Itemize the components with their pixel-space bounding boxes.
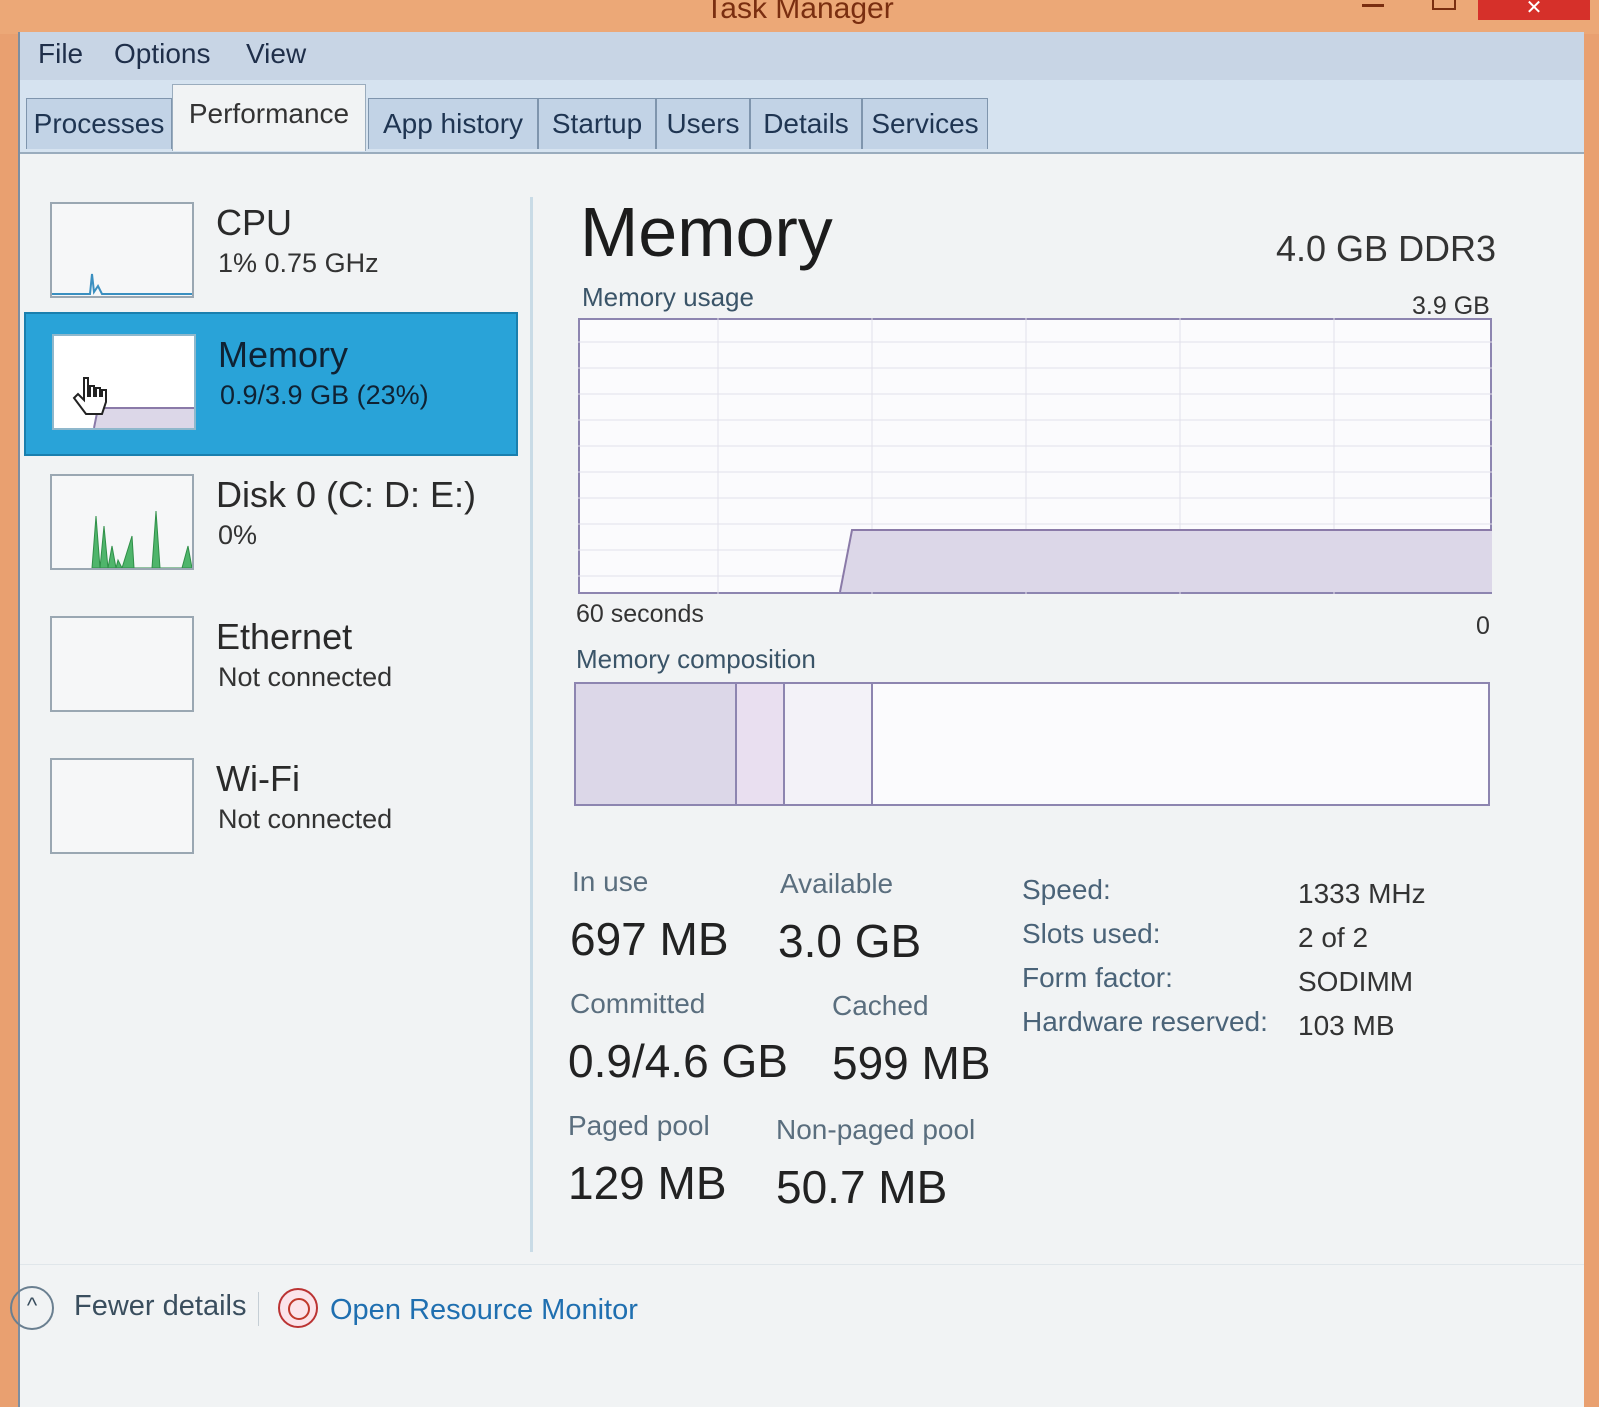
nonpaged-pool-label: Non-paged pool bbox=[776, 1114, 976, 1145]
sidebar-item-disk[interactable]: Disk 0 (C: D: E:) 0% bbox=[24, 454, 514, 594]
footer-divider bbox=[258, 1292, 259, 1326]
tab-app-history[interactable]: App history bbox=[368, 98, 538, 149]
sidebar-item-label: Memory bbox=[218, 334, 349, 375]
paged-pool-value: 129 MB bbox=[568, 1157, 727, 1209]
in-use-label: In use bbox=[572, 866, 649, 897]
memory-composition-bar bbox=[574, 682, 1490, 806]
memory-spec: 4.0 GB DDR3 bbox=[1276, 228, 1497, 269]
maximize-button[interactable] bbox=[1432, 0, 1456, 10]
fewer-details-button[interactable]: Fewer details bbox=[74, 1290, 246, 1323]
spec-label-hardware-reserved: Hardware reserved: bbox=[1022, 1006, 1268, 1037]
paged-pool-label: Paged pool bbox=[568, 1110, 710, 1141]
resource-monitor-icon[interactable] bbox=[278, 1288, 318, 1328]
committed-value: 0.9/4.6 GB bbox=[568, 1035, 788, 1087]
chevron-up-icon[interactable]: ^ bbox=[10, 1286, 54, 1330]
resource-sidebar: CPU 1% 0.75 GHz Memory 0.9/3.9 GB (23%) bbox=[20, 154, 532, 1254]
composition-standby bbox=[784, 684, 872, 804]
sidebar-item-label: Wi-Fi bbox=[216, 758, 300, 799]
spec-label-speed: Speed: bbox=[1022, 874, 1111, 905]
cpu-sparkline bbox=[52, 273, 192, 295]
memory-sparkline bbox=[72, 377, 194, 429]
sidebar-item-label: Ethernet bbox=[216, 616, 353, 657]
sidebar-item-label: Disk 0 (C: D: E:) bbox=[216, 474, 477, 515]
page-title: Memory bbox=[580, 193, 833, 271]
sidebar-item-label: CPU bbox=[216, 202, 293, 243]
nonpaged-pool-value: 50.7 MB bbox=[776, 1161, 948, 1213]
sidebar-item-cpu[interactable]: CPU 1% 0.75 GHz bbox=[24, 182, 514, 322]
graph-time-right: 0 bbox=[1476, 612, 1490, 640]
tab-strip: Processes Performance App history Startu… bbox=[20, 80, 1584, 154]
title-bar: Task Manager ✕ bbox=[0, 0, 1599, 34]
composition-label: Memory composition bbox=[576, 644, 816, 674]
tab-processes[interactable]: Processes bbox=[26, 98, 172, 149]
tab-performance[interactable]: Performance bbox=[172, 84, 366, 151]
sidebar-item-value: 1% 0.75 GHz bbox=[218, 248, 379, 278]
sidebar-item-value: Not connected bbox=[218, 662, 393, 692]
sidebar-item-wifi[interactable]: Wi-Fi Not connected bbox=[24, 738, 514, 878]
menu-view[interactable]: View bbox=[246, 32, 306, 76]
sidebar-item-ethernet[interactable]: Ethernet Not connected bbox=[24, 596, 514, 736]
footer-separator bbox=[20, 1264, 1584, 1265]
window-title: Task Manager bbox=[705, 0, 894, 25]
wifi-thumbnail-graph bbox=[50, 758, 194, 854]
ethernet-thumbnail-graph bbox=[50, 616, 194, 712]
sidebar-item-value: 0.9/3.9 GB (23%) bbox=[220, 380, 429, 410]
sidebar-item-value: 0% bbox=[218, 520, 258, 550]
menu-bar: File Options View bbox=[20, 32, 1584, 80]
tab-details[interactable]: Details bbox=[750, 98, 862, 149]
graph-time-left: 60 seconds bbox=[576, 600, 704, 628]
tab-users[interactable]: Users bbox=[656, 98, 750, 149]
task-manager-window: File Options View Processes Performance … bbox=[10, 32, 1584, 1407]
tab-startup[interactable]: Startup bbox=[538, 98, 656, 149]
disk-thumbnail-graph bbox=[50, 474, 194, 570]
cached-label: Cached bbox=[832, 990, 929, 1021]
spec-value-speed: 1333 MHz bbox=[1298, 878, 1426, 909]
spec-value-form-factor: SODIMM bbox=[1298, 966, 1414, 997]
menu-file[interactable]: File bbox=[38, 32, 83, 76]
menu-options[interactable]: Options bbox=[114, 32, 211, 76]
composition-in-use bbox=[576, 684, 736, 804]
spec-label-form-factor: Form factor: bbox=[1022, 962, 1173, 993]
tab-services[interactable]: Services bbox=[862, 98, 988, 149]
available-label: Available bbox=[780, 868, 894, 899]
disk-sparkline bbox=[91, 510, 193, 570]
sidebar-item-memory[interactable]: Memory 0.9/3.9 GB (23%) bbox=[24, 312, 518, 456]
memory-usage-graph bbox=[578, 318, 1492, 594]
cached-value: 599 MB bbox=[832, 1037, 991, 1089]
open-resource-monitor-link[interactable]: Open Resource Monitor bbox=[330, 1294, 638, 1327]
committed-label: Committed bbox=[570, 988, 706, 1019]
close-button[interactable]: ✕ bbox=[1478, 0, 1590, 20]
usage-graph-max: 3.9 GB bbox=[1412, 292, 1490, 320]
available-value: 3.0 GB bbox=[778, 915, 922, 967]
close-icon: ✕ bbox=[1525, 0, 1543, 19]
composition-modified bbox=[736, 684, 784, 804]
spec-value-hardware-reserved: 103 MB bbox=[1298, 1010, 1395, 1041]
minimize-button[interactable] bbox=[1362, 2, 1384, 7]
spec-label-slots: Slots used: bbox=[1022, 918, 1161, 949]
in-use-value: 697 MB bbox=[570, 913, 729, 965]
cpu-thumbnail-graph bbox=[50, 202, 194, 298]
memory-thumbnail-graph bbox=[52, 334, 196, 430]
sidebar-item-value: Not connected bbox=[218, 804, 393, 834]
hand-cursor-icon bbox=[72, 377, 107, 415]
panel-divider[interactable] bbox=[530, 197, 533, 1252]
usage-graph-label: Memory usage bbox=[582, 282, 754, 312]
spec-value-slots: 2 of 2 bbox=[1298, 922, 1369, 953]
